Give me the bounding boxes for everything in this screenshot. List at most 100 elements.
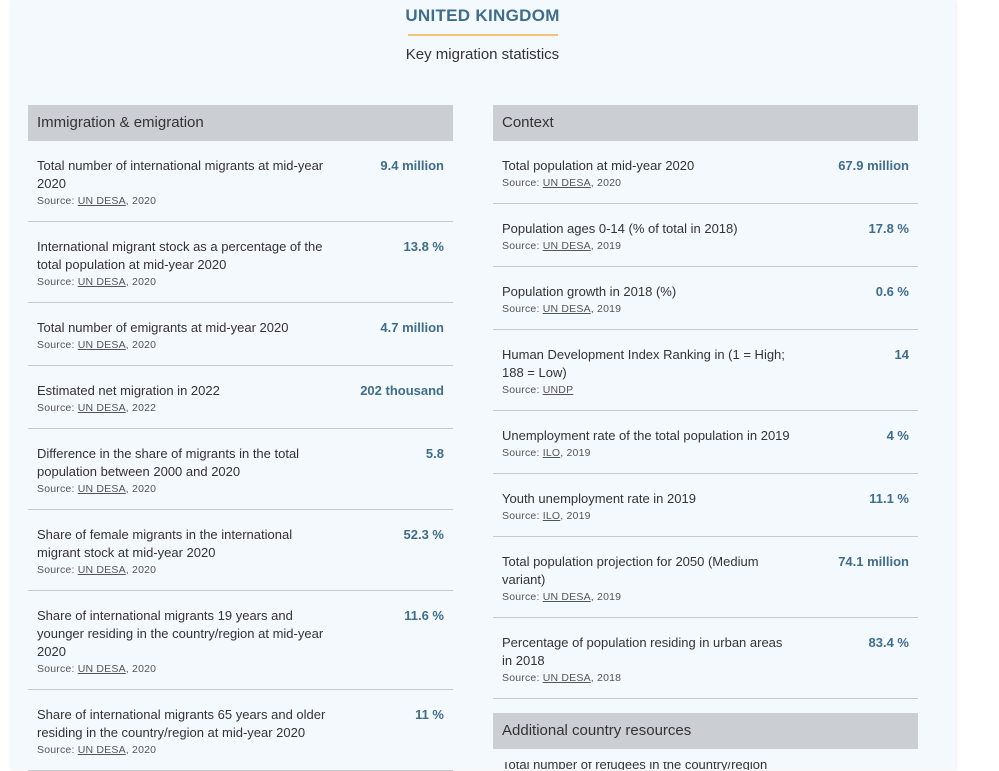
source-year: , 2019 bbox=[560, 510, 591, 522]
source-link[interactable]: UN DESA bbox=[78, 744, 126, 756]
context-row: Youth unemployment rate in 2019 11.1 % Sou… bbox=[493, 474, 918, 537]
stat-label: Estimated net migration in 2022 bbox=[37, 383, 220, 398]
source-link[interactable]: UN DESA bbox=[78, 195, 126, 207]
source-year: , 2022 bbox=[125, 402, 157, 414]
country-title: UNITED KINGDOM bbox=[405, 6, 560, 25]
context-row: Population growth in 2018 (%) 0.6 % Source… bbox=[493, 267, 918, 330]
stat-label: Share of international migrants 65 years… bbox=[37, 707, 326, 740]
context-row: Population ages 0-14 (% of total in 2018… bbox=[493, 204, 918, 267]
stat-value: 0.6 % bbox=[875, 284, 909, 299]
stat-value: 202 thousand bbox=[360, 383, 444, 398]
stat-label: Total number of emigrants at mid-year 20… bbox=[37, 320, 289, 335]
source-link[interactable]: UN DESA bbox=[78, 663, 126, 675]
source-prefix: Source: bbox=[502, 303, 540, 315]
resources-first-item-label: Total number of refugees in the country/… bbox=[502, 762, 768, 770]
source-year: , 2020 bbox=[125, 339, 157, 351]
stat-source: Source: ILO, 2019 bbox=[502, 510, 909, 522]
immigration-row: International migrant stock as a percent… bbox=[28, 222, 453, 303]
source-link[interactable]: UN DESA bbox=[78, 402, 126, 414]
stat-label: Human Development Index Ranking in (1 = … bbox=[502, 347, 785, 380]
stat-value: 4 % bbox=[886, 428, 909, 443]
stat-value: 11 % bbox=[415, 707, 444, 722]
source-link[interactable]: UN DESA bbox=[543, 240, 591, 252]
source-link[interactable]: UN DESA bbox=[78, 339, 126, 351]
stat-label: Percentage of population residing in urb… bbox=[502, 635, 783, 668]
stat-label: Unemployment rate of the total populatio… bbox=[502, 428, 790, 443]
source-link[interactable]: ILO bbox=[543, 510, 561, 522]
source-year: , 2020 bbox=[125, 564, 157, 576]
source-link[interactable]: ILO bbox=[543, 447, 561, 459]
source-year: , 2019 bbox=[590, 240, 622, 252]
resources-section: Additional country resources bbox=[493, 713, 918, 749]
stat-source: Source: UNDP bbox=[502, 384, 909, 396]
source-prefix: Source: bbox=[502, 384, 540, 396]
source-year: , 2018 bbox=[590, 672, 622, 684]
stat-label: Total population at mid-year 2020 bbox=[502, 158, 695, 173]
context-section-header: Context bbox=[493, 105, 918, 141]
stat-source: Source: UN DESA, 2020 bbox=[37, 276, 444, 288]
immigration-row: Share of female migrants in the internat… bbox=[28, 510, 453, 591]
source-link[interactable]: UNDP bbox=[543, 384, 574, 396]
stat-label: Total population projection for 2050 (Me… bbox=[502, 554, 759, 587]
source-prefix: Source: bbox=[502, 591, 540, 603]
source-prefix: Source: bbox=[37, 483, 75, 495]
stat-label: Population ages 0-14 (% of total in 2018… bbox=[502, 221, 738, 236]
source-link[interactable]: UN DESA bbox=[543, 177, 591, 189]
stat-value: 9.4 million bbox=[380, 158, 444, 173]
stat-source: Source: UN DESA, 2022 bbox=[37, 402, 444, 414]
source-prefix: Source: bbox=[37, 402, 75, 414]
stat-value: 5.8 bbox=[425, 446, 444, 461]
immigration-row: Total number of emigrants at mid-year 20… bbox=[28, 303, 453, 366]
stat-label: Population growth in 2018 (%) bbox=[502, 284, 677, 299]
context-row: Unemployment rate of the total populatio… bbox=[493, 411, 918, 474]
stat-value: 11.1 % bbox=[869, 491, 909, 506]
source-link[interactable]: UN DESA bbox=[78, 564, 126, 576]
source-year: , 2019 bbox=[560, 447, 591, 459]
source-prefix: Source: bbox=[37, 195, 75, 207]
stat-value: 83.4 % bbox=[868, 635, 909, 650]
immigration-row: Share of international migrants 65 years… bbox=[28, 690, 453, 771]
stat-source: Source: UN DESA, 2020 bbox=[37, 564, 444, 576]
stat-value: 67.9 million bbox=[838, 158, 909, 173]
source-link[interactable]: UN DESA bbox=[543, 672, 591, 684]
immigration-row: Total number of international migrants a… bbox=[28, 141, 453, 222]
source-prefix: Source: bbox=[502, 177, 540, 189]
immigration-row: Estimated net migration in 2022 202 thous… bbox=[28, 366, 453, 429]
source-year: , 2020 bbox=[125, 663, 157, 675]
stat-label: Total number of international migrants a… bbox=[37, 158, 324, 191]
source-year: , 2020 bbox=[125, 483, 157, 495]
source-link[interactable]: UN DESA bbox=[543, 591, 591, 603]
stat-source: Source: UN DESA, 2020 bbox=[37, 483, 444, 495]
context-row: Percentage of population residing in urb… bbox=[493, 618, 918, 699]
stat-source: Source: UN DESA, 2019 bbox=[502, 240, 909, 252]
source-year: , 2020 bbox=[590, 177, 622, 189]
immigration-rows: Total number of international migrants a… bbox=[28, 141, 453, 771]
source-year: , 2019 bbox=[590, 591, 622, 603]
source-link[interactable]: UN DESA bbox=[78, 483, 126, 495]
stat-value: 52.3 % bbox=[403, 527, 444, 542]
stat-source: Source: UN DESA, 2020 bbox=[37, 744, 444, 756]
stat-value: 17.8 % bbox=[868, 221, 909, 236]
source-year: , 2019 bbox=[590, 303, 622, 315]
stat-value: 13.8 % bbox=[403, 239, 444, 254]
stat-label: Share of female migrants in the internat… bbox=[37, 527, 293, 560]
stat-source: Source: UN DESA, 2020 bbox=[37, 339, 444, 351]
stat-source: Source: ILO, 2019 bbox=[502, 447, 909, 459]
context-rows: Total population at mid-year 2020 67.9 mi… bbox=[493, 141, 918, 699]
context-row: Total population projection for 2050 (Me… bbox=[493, 537, 918, 618]
stat-source: Source: UN DESA, 2020 bbox=[37, 663, 444, 675]
stat-source: Source: UN DESA, 2020 bbox=[502, 177, 909, 189]
resources-section-header: Additional country resources bbox=[493, 713, 918, 749]
source-prefix: Source: bbox=[502, 510, 540, 522]
source-prefix: Source: bbox=[37, 276, 75, 288]
source-prefix: Source: bbox=[37, 564, 75, 576]
stat-value: 11.6 % bbox=[404, 608, 444, 623]
source-link[interactable]: UN DESA bbox=[543, 303, 591, 315]
resources-first-item[interactable]: Total number of refugees in the country/… bbox=[502, 762, 822, 770]
source-prefix: Source: bbox=[37, 744, 75, 756]
source-link[interactable]: UN DESA bbox=[78, 276, 126, 288]
immigration-section-header: Immigration & emigration bbox=[28, 105, 453, 141]
stat-value: 4.7 million bbox=[380, 320, 444, 335]
context-row: Human Development Index Ranking in (1 = … bbox=[493, 330, 918, 411]
stat-source: Source: UN DESA, 2019 bbox=[502, 591, 909, 603]
